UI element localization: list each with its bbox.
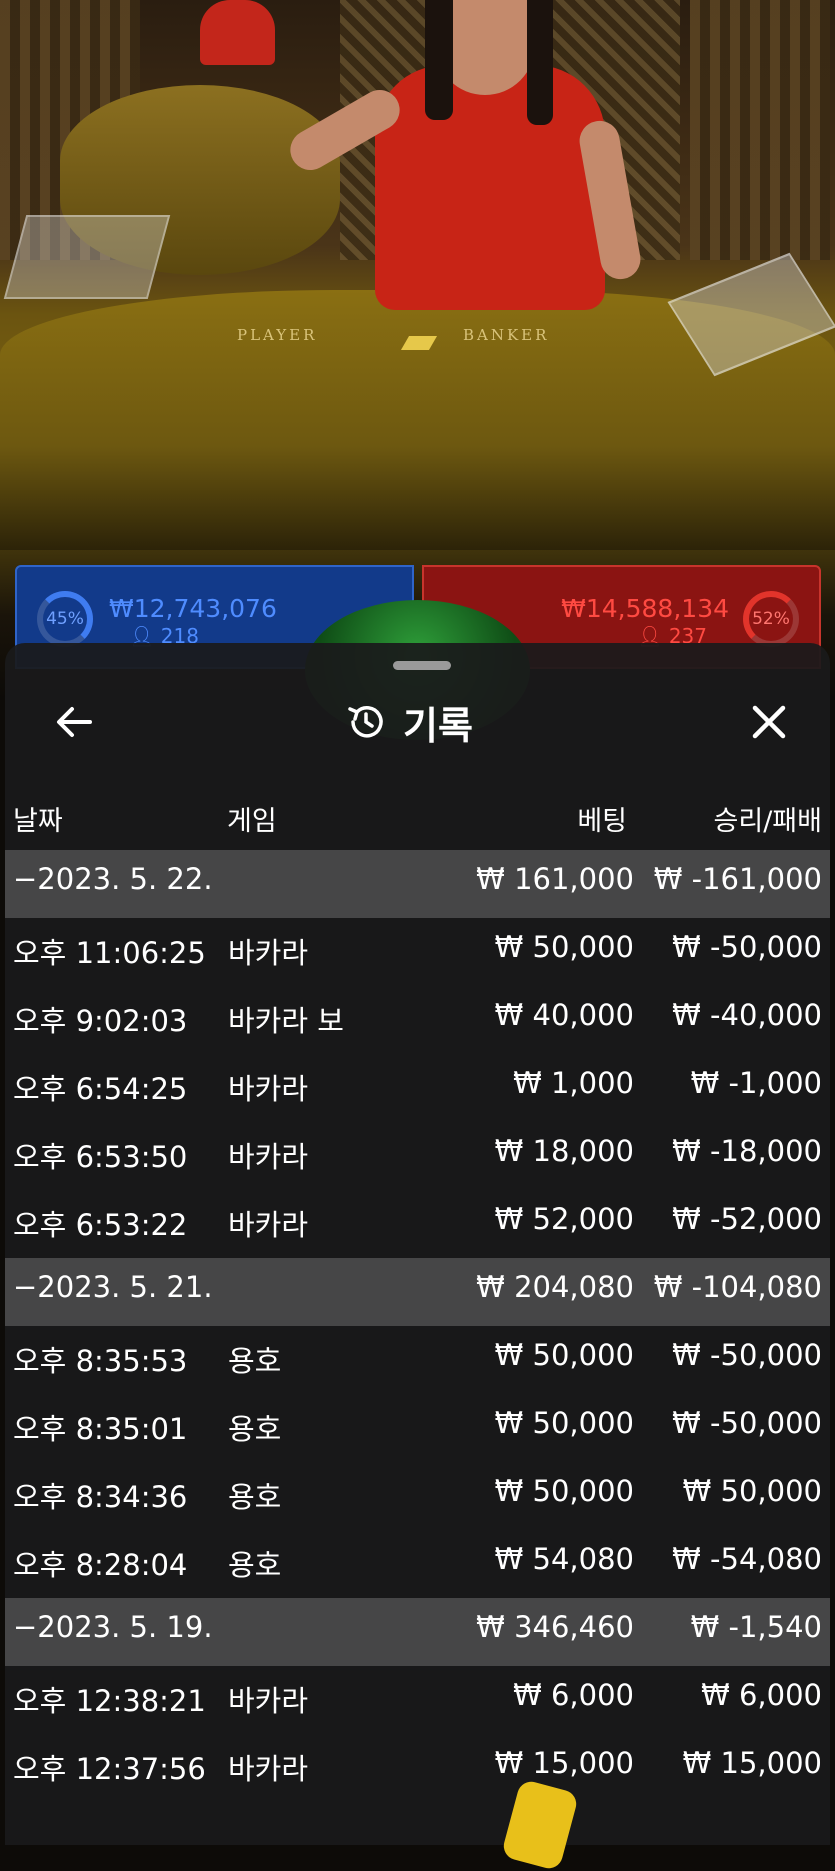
bet-amount: ₩ 40,000 [494, 998, 634, 1032]
entry-time: 오후 11:06:25 [13, 936, 206, 970]
result-amount: ₩ -50,000 [672, 1338, 822, 1372]
table-row[interactable]: 오후 6:54:25 바카라 ₩ 1,000 ₩ -1,000 [5, 1054, 830, 1122]
bet-amount: ₩ 18,000 [494, 1134, 634, 1168]
felt-player-label: PLAYER [237, 326, 318, 344]
banker-percent: 52% [752, 609, 790, 629]
entry-game: 바카라 [228, 1208, 309, 1242]
player-percent: 45% [46, 609, 84, 629]
drag-handle[interactable] [393, 661, 451, 670]
bet-amount: ₩ 50,000 [494, 1474, 634, 1508]
entry-game: 바카라 [228, 936, 309, 970]
entry-game: 바카라 [228, 1140, 309, 1174]
dealer-hair [527, 0, 553, 125]
entry-game: 용호 [228, 1344, 282, 1378]
result-amount: ₩ -1,540 [690, 1610, 822, 1644]
entry-time: 오후 8:35:01 [13, 1412, 188, 1446]
result-amount: ₩ 6,000 [701, 1678, 822, 1712]
result-amount: ₩ -54,080 [672, 1542, 822, 1576]
entry-time: 오후 12:38:21 [13, 1684, 206, 1718]
player-total-amount: ₩12,743,076 [109, 594, 277, 623]
background-dealer [200, 0, 275, 65]
table-header: 날짜 게임 베팅 승리/패배 [5, 793, 830, 843]
bet-amount: ₩ 1,000 [513, 1066, 634, 1100]
back-button[interactable] [45, 693, 103, 751]
curtain-right [690, 0, 830, 260]
result-amount: ₩ -161,000 [653, 862, 822, 896]
result-amount: ₩ -40,000 [672, 998, 822, 1032]
page-title: 기록 [403, 703, 473, 748]
entry-time: 오후 6:54:25 [13, 1072, 188, 1106]
card-shoe-left [3, 215, 171, 299]
table-row[interactable]: 오후 8:35:53 용호 ₩ 50,000 ₩ -50,000 [5, 1326, 830, 1394]
bet-amount: ₩ 6,000 [513, 1678, 634, 1712]
entry-game: 바카라 [228, 1072, 309, 1106]
entry-time: 오후 6:53:22 [13, 1208, 188, 1242]
entry-time: 오후 8:35:53 [13, 1344, 188, 1378]
group-date: −2023. 5. 22. [13, 862, 213, 896]
dealer [375, 65, 605, 310]
entry-time: 오후 9:02:03 [13, 1004, 188, 1038]
result-amount: ₩ -52,000 [672, 1202, 822, 1236]
table-row[interactable]: 오후 12:38:21 바카라 ₩ 6,000 ₩ 6,000 [5, 1666, 830, 1734]
bet-amount: ₩ 50,000 [494, 930, 634, 964]
entry-time: 오후 6:53:50 [13, 1140, 188, 1174]
entry-time: 오후 8:28:04 [13, 1548, 188, 1582]
table-row[interactable]: 오후 6:53:50 바카라 ₩ 18,000 ₩ -18,000 [5, 1122, 830, 1190]
dealer-hair [425, 0, 453, 120]
result-amount: ₩ -50,000 [672, 930, 822, 964]
result-amount: ₩ -104,080 [653, 1270, 822, 1304]
bet-amount: ₩ 204,080 [476, 1270, 634, 1304]
table-row[interactable]: 오후 11:06:25 바카라 ₩ 50,000 ₩ -50,000 [5, 918, 830, 986]
felt-banker-label: BANKER [463, 326, 550, 344]
table-row[interactable]: 오후 6:53:22 바카라 ₩ 52,000 ₩ -52,000 [5, 1190, 830, 1258]
bet-amount: ₩ 346,460 [476, 1610, 634, 1644]
bet-amount: ₩ 161,000 [476, 862, 634, 896]
entry-game: 바카라 보 [228, 1004, 344, 1038]
date-group-row[interactable]: −2023. 5. 19. ₩ 346,460 ₩ -1,540 [5, 1598, 830, 1666]
entry-game: 용호 [228, 1412, 282, 1446]
result-amount: ₩ -18,000 [672, 1134, 822, 1168]
sheet-header: 기록 [345, 693, 473, 751]
table-row[interactable]: 오후 8:28:04 용호 ₩ 54,080 ₩ -54,080 [5, 1530, 830, 1598]
bet-amount: ₩ 52,000 [494, 1202, 634, 1236]
column-bet: 베팅 [577, 806, 627, 837]
close-button[interactable] [740, 693, 798, 751]
date-group-row[interactable]: −2023. 5. 22. ₩ 161,000 ₩ -161,000 [5, 850, 830, 918]
entry-game: 용호 [228, 1480, 282, 1514]
entry-time: 오후 12:37:56 [13, 1752, 206, 1786]
entry-game: 바카라 [228, 1752, 309, 1786]
table-row[interactable]: 오후 9:02:03 바카라 보 ₩ 40,000 ₩ -40,000 [5, 986, 830, 1054]
date-group-row[interactable]: −2023. 5. 21. ₩ 204,080 ₩ -104,080 [5, 1258, 830, 1326]
banker-percent-ring: 52% [743, 591, 799, 647]
history-icon [348, 706, 383, 738]
result-amount: ₩ -1,000 [690, 1066, 822, 1100]
table-row[interactable]: 오후 12:37:56 바카라 ₩ 15,000 ₩ 15,000 [5, 1734, 830, 1802]
column-date: 날짜 [13, 806, 63, 837]
column-game: 게임 [227, 806, 277, 837]
group-date: −2023. 5. 19. [13, 1610, 213, 1644]
arrow-left-icon [57, 707, 92, 737]
banker-total-amount: ₩14,588,134 [561, 594, 729, 623]
bet-amount: ₩ 50,000 [494, 1338, 634, 1372]
column-result: 승리/패배 [713, 806, 822, 837]
entry-game: 용호 [228, 1548, 282, 1582]
table-row[interactable]: 오후 8:35:01 용호 ₩ 50,000 ₩ -50,000 [5, 1394, 830, 1462]
close-icon [752, 705, 786, 739]
result-amount: ₩ 15,000 [682, 1746, 822, 1780]
result-amount: ₩ -50,000 [672, 1406, 822, 1440]
entry-time: 오후 8:34:36 [13, 1480, 188, 1514]
result-amount: ₩ 50,000 [682, 1474, 822, 1508]
entry-game: 바카라 [228, 1684, 309, 1718]
bet-amount: ₩ 50,000 [494, 1406, 634, 1440]
table-row[interactable]: 오후 8:34:36 용호 ₩ 50,000 ₩ 50,000 [5, 1462, 830, 1530]
history-sheet: 기록 날짜 게임 베팅 승리/패배 −2023. 5. 22. ₩ 161,000… [5, 643, 830, 1845]
bet-amount: ₩ 54,080 [494, 1542, 634, 1576]
group-date: −2023. 5. 21. [13, 1270, 213, 1304]
history-table: −2023. 5. 22. ₩ 161,000 ₩ -161,000 오후 11:06… [5, 850, 830, 1802]
player-percent-ring: 45% [37, 591, 93, 647]
bet-amount: ₩ 15,000 [494, 1746, 634, 1780]
